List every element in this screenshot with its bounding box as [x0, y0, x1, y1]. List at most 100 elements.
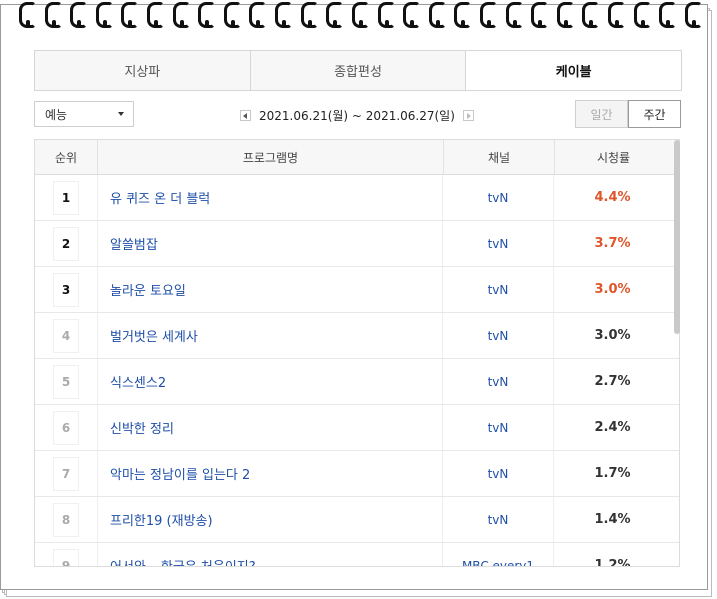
rank-cell: 6 — [35, 405, 98, 450]
header-channel: 채널 — [444, 140, 555, 174]
table-body: 1유 퀴즈 온 더 블럭 tvN 4.4% 2 알쓸범잡 tvN 3.7% 3 놀라운 토요일 t… — [35, 175, 679, 567]
channel-link[interactable]: tvN — [443, 313, 554, 358]
header-rating: 시청률 — [596, 150, 631, 165]
rank-cell: 9 — [35, 543, 98, 566]
genre-select[interactable]: 예능 — [34, 101, 134, 127]
rank-cell: 5 — [35, 359, 98, 404]
spiral-ring-icon — [658, 0, 677, 30]
program-link[interactable]: 프리한19 (재방송) — [98, 497, 443, 542]
channel-link[interactable]: tvN — [443, 359, 554, 404]
weekly-button[interactable]: 주간 — [628, 100, 681, 128]
rank-number: 7 — [54, 457, 78, 490]
rank-number: 3 — [54, 273, 78, 306]
program-link[interactable]: 악마는 정남이를 입는다 2 — [98, 451, 443, 496]
program-link[interactable]: 식스센스2 — [98, 359, 443, 404]
tab-terrestrial[interactable]: 지상파 — [35, 51, 251, 90]
table-row[interactable]: 4 벌거벗은 세계사 tvN 3.0% — [35, 313, 679, 359]
rank-number: 4 — [54, 319, 78, 352]
rating-value: 4.4% — [594, 190, 631, 205]
spiral-ring-icon — [684, 0, 702, 30]
spiral-ring-icon — [325, 0, 344, 30]
spiral-ring-icon — [44, 0, 62, 30]
table-row[interactable]: 7 악마는 정남이를 입는다 2 tvN 1.7% — [35, 451, 679, 497]
program-link[interactable]: 놀라운 토요일 — [98, 267, 443, 312]
program-link[interactable]: 어서와~ 한국은 처음이지? — [98, 543, 443, 566]
program-link[interactable]: 벌거벗은 세계사 — [98, 313, 443, 358]
broadcast-type-tabs: 지상파 종합편성 케이블 — [34, 50, 682, 91]
channel-link[interactable]: tvN — [443, 451, 554, 496]
rating-value: 1.2% — [594, 558, 631, 567]
spiral-ring-icon — [223, 0, 241, 30]
table-header: 순위 프로그램명 채널 시청률 — [35, 140, 679, 175]
table-scrollbar[interactable] — [674, 140, 680, 334]
header-rank: 순위 — [35, 140, 98, 174]
rating-value: 2.7% — [594, 374, 631, 389]
spiral-ring-icon — [530, 0, 549, 30]
table-row[interactable]: 5 식스센스2 tvN 2.7% — [35, 359, 679, 405]
spiral-binding — [18, 0, 702, 34]
rating-value: 1.4% — [594, 512, 631, 527]
table-row[interactable]: 9 어서와~ 한국은 처음이지?MBC every1 1.2% — [35, 543, 679, 567]
program-link[interactable]: 신박한 정리 — [98, 405, 443, 450]
rating-value: 3.0% — [594, 282, 631, 297]
channel-link[interactable]: tvN — [443, 267, 554, 312]
rating-value: 3.0% — [594, 328, 631, 343]
spiral-ring-icon — [197, 0, 216, 30]
channel-link[interactable]: tvN — [443, 497, 554, 542]
rank-cell: 2 — [35, 221, 98, 266]
rank-number: 8 — [54, 503, 78, 536]
channel-link[interactable]: tvN — [443, 405, 554, 450]
date-range-label: 2021.06.21(월) ~ 2021.06.27(일) — [259, 108, 455, 123]
spiral-ring-icon — [377, 0, 395, 30]
tab-general[interactable]: 종합편성 — [251, 51, 467, 90]
table-row[interactable]: 2 알쓸범잡 tvN 3.7% — [35, 221, 679, 267]
spiral-ring-icon — [505, 0, 523, 30]
rating-value: 2.4% — [594, 420, 631, 435]
spiral-ring-icon — [428, 0, 446, 30]
spiral-ring-icon — [69, 0, 88, 30]
spiral-ring-icon — [248, 0, 267, 30]
spiral-ring-icon — [172, 0, 190, 30]
spiral-ring-icon — [95, 0, 113, 30]
spiral-ring-icon — [581, 0, 600, 30]
rank-cell: 4 — [35, 313, 98, 358]
rank-cell: 7 — [35, 451, 98, 496]
rank-cell: 1 — [35, 175, 98, 220]
channel-link[interactable]: MBC every1 — [443, 543, 554, 566]
spiral-ring-icon — [633, 0, 651, 30]
table-row[interactable]: 8 프리한19 (재방송) tvN 1.4% — [35, 497, 679, 543]
spiral-ring-icon — [274, 0, 293, 30]
spiral-ring-icon — [120, 0, 139, 30]
rank-number: 1 — [54, 181, 78, 214]
date-navigator: 2021.06.21(월) ~ 2021.06.27(일) — [240, 105, 474, 125]
table-row[interactable]: 3 놀라운 토요일 tvN 3.0% — [35, 267, 679, 313]
channel-link[interactable]: tvN — [443, 221, 554, 266]
period-toggle: 일간 주간 — [575, 100, 681, 128]
spiral-ring-icon — [556, 0, 574, 30]
rating-value: 1.7% — [594, 466, 631, 481]
program-link[interactable]: 알쓸범잡 — [98, 221, 443, 266]
spiral-ring-icon — [607, 0, 626, 30]
triangle-right-icon[interactable] — [462, 109, 474, 121]
spiral-ring-icon — [402, 0, 421, 30]
daily-button[interactable]: 일간 — [575, 100, 628, 128]
spiral-ring-icon — [18, 0, 36, 30]
program-link[interactable]: 유 퀴즈 온 더 블럭 — [98, 175, 443, 220]
rank-number: 5 — [54, 365, 78, 398]
rating-value: 3.7% — [594, 236, 631, 251]
spiral-ring-icon — [300, 0, 318, 30]
rank-number: 2 — [54, 227, 78, 260]
table-row[interactable]: 1 유 퀴즈 온 더 블럭 tvN 4.4% — [35, 175, 679, 221]
spiral-ring-icon — [351, 0, 369, 30]
spiral-ring-icon — [479, 0, 497, 30]
channel-link[interactable]: tvN — [443, 175, 554, 220]
table-row[interactable]: 6 신박한 정리 tvN 2.4% — [35, 405, 679, 451]
genre-select-value: 예능 — [45, 107, 68, 122]
header-program: 프로그램명 — [98, 140, 444, 174]
spiral-ring-icon — [146, 0, 165, 30]
caret-down-icon — [118, 112, 124, 116]
tab-cable[interactable]: 케이블 — [466, 51, 682, 90]
rank-cell: 3 — [35, 267, 98, 312]
triangle-left-icon[interactable] — [240, 109, 251, 121]
rank-number: 9 — [54, 549, 78, 566]
